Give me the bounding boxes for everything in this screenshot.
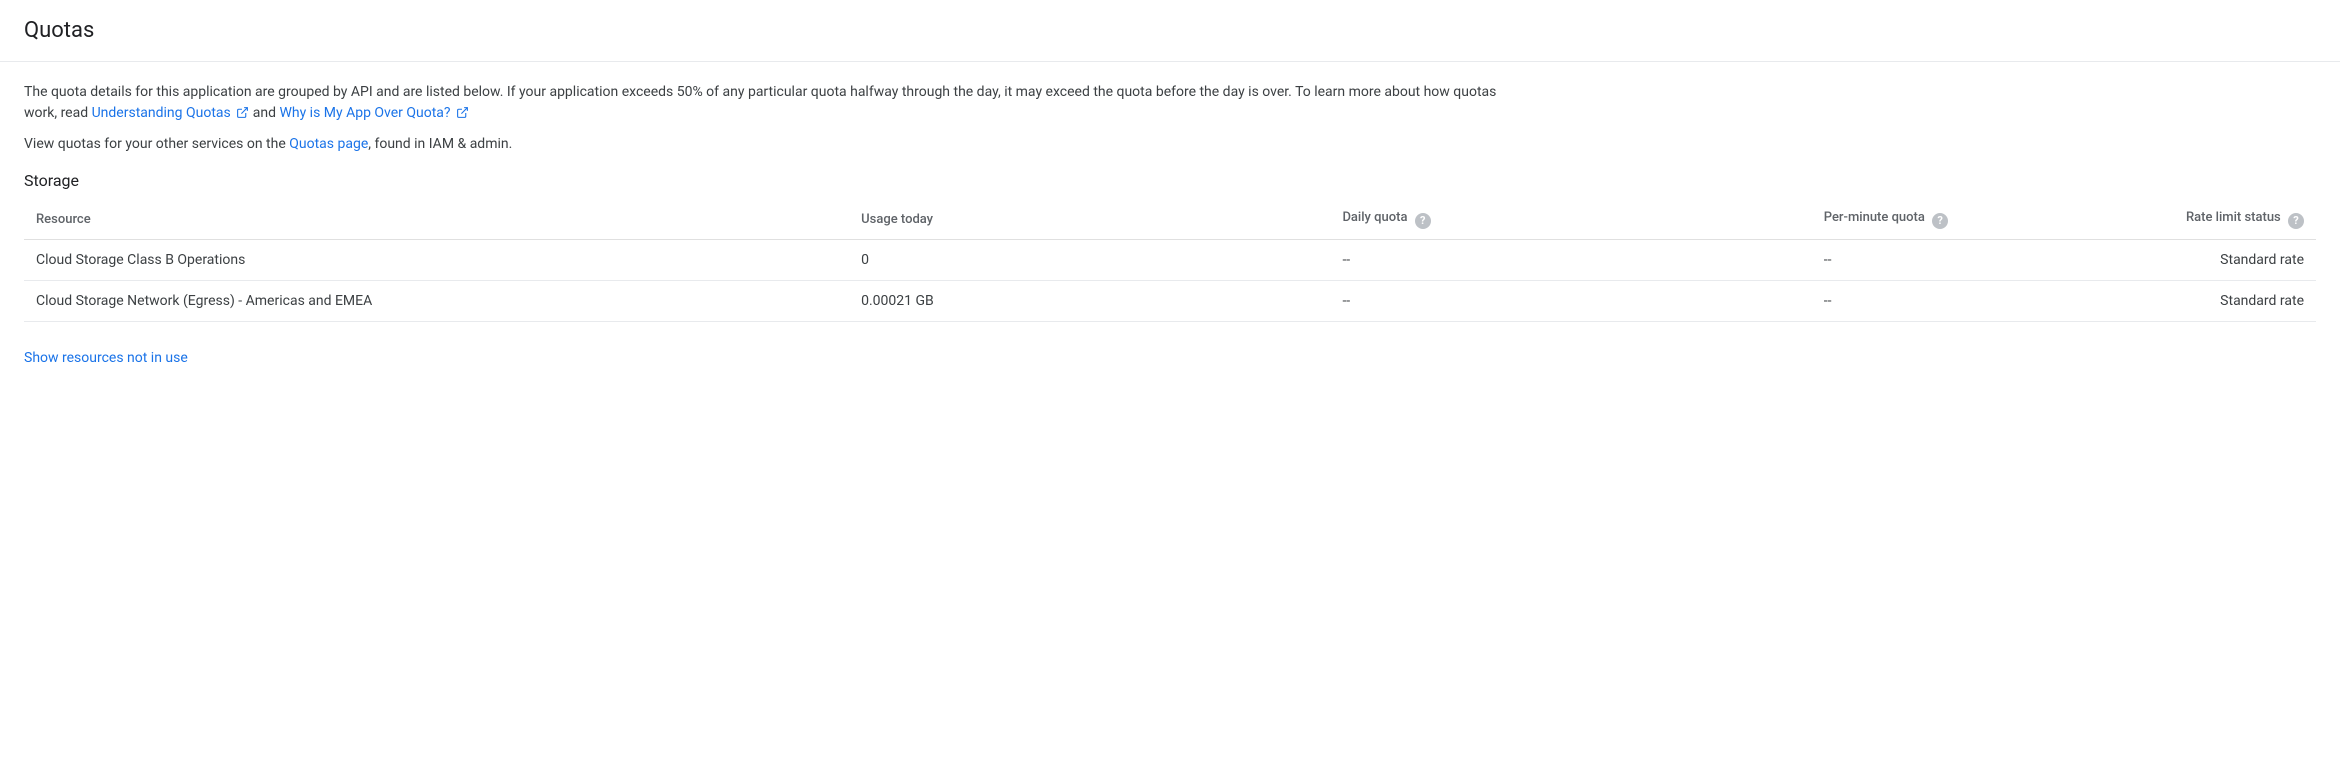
cell-per-minute: --: [1812, 280, 2087, 321]
show-resources-not-in-use-link[interactable]: Show resources not in use: [24, 350, 188, 366]
col-header-rate-label: Rate limit status: [2186, 210, 2281, 225]
content-area: The quota details for this application a…: [0, 62, 2340, 386]
table-row: Cloud Storage Class B Operations0----Sta…: [24, 239, 2316, 280]
description-text-2: and: [253, 105, 280, 121]
header-bar: Quotas: [0, 0, 2340, 62]
cell-per-minute: --: [1812, 239, 2087, 280]
col-header-usage: Usage today: [849, 200, 1330, 239]
link-text: Understanding Quotas: [92, 105, 231, 121]
description-paragraph-1: The quota details for this application a…: [24, 82, 1524, 126]
col-header-rate: Rate limit status ?: [2087, 200, 2316, 239]
col-header-per-minute: Per-minute quota ?: [1812, 200, 2087, 239]
page-title: Quotas: [24, 18, 2316, 43]
understanding-quotas-link[interactable]: Understanding Quotas: [92, 105, 250, 121]
cell-resource: Cloud Storage Network (Egress) - America…: [24, 280, 849, 321]
cell-resource: Cloud Storage Class B Operations: [24, 239, 849, 280]
over-quota-link[interactable]: Why is My App Over Quota?: [279, 105, 469, 121]
external-link-icon: [236, 105, 249, 126]
external-link-icon: [456, 105, 469, 126]
quotas-table: Resource Usage today Daily quota ? Per-m…: [24, 200, 2316, 322]
cell-usage: 0.00021 GB: [849, 280, 1330, 321]
quotas-page-link[interactable]: Quotas page: [289, 136, 368, 152]
help-icon[interactable]: ?: [2288, 213, 2304, 229]
description-line2-text2: , found in IAM & admin.: [368, 136, 512, 152]
section-title-storage: Storage: [24, 171, 2316, 190]
cell-usage: 0: [849, 239, 1330, 280]
cell-rate: Standard rate: [2087, 280, 2316, 321]
help-icon[interactable]: ?: [1415, 213, 1431, 229]
table-header-row: Resource Usage today Daily quota ? Per-m…: [24, 200, 2316, 239]
col-header-per-minute-label: Per-minute quota: [1824, 210, 1925, 225]
cell-rate: Standard rate: [2087, 239, 2316, 280]
col-header-daily: Daily quota ?: [1330, 200, 1811, 239]
link-text: Why is My App Over Quota?: [279, 105, 450, 121]
description-paragraph-2: View quotas for your other services on t…: [24, 134, 2316, 155]
help-icon[interactable]: ?: [1932, 213, 1948, 229]
cell-daily: --: [1330, 280, 1811, 321]
col-header-daily-label: Daily quota: [1342, 210, 1407, 225]
col-header-resource: Resource: [24, 200, 849, 239]
table-row: Cloud Storage Network (Egress) - America…: [24, 280, 2316, 321]
description-line2-text1: View quotas for your other services on t…: [24, 136, 289, 152]
cell-daily: --: [1330, 239, 1811, 280]
